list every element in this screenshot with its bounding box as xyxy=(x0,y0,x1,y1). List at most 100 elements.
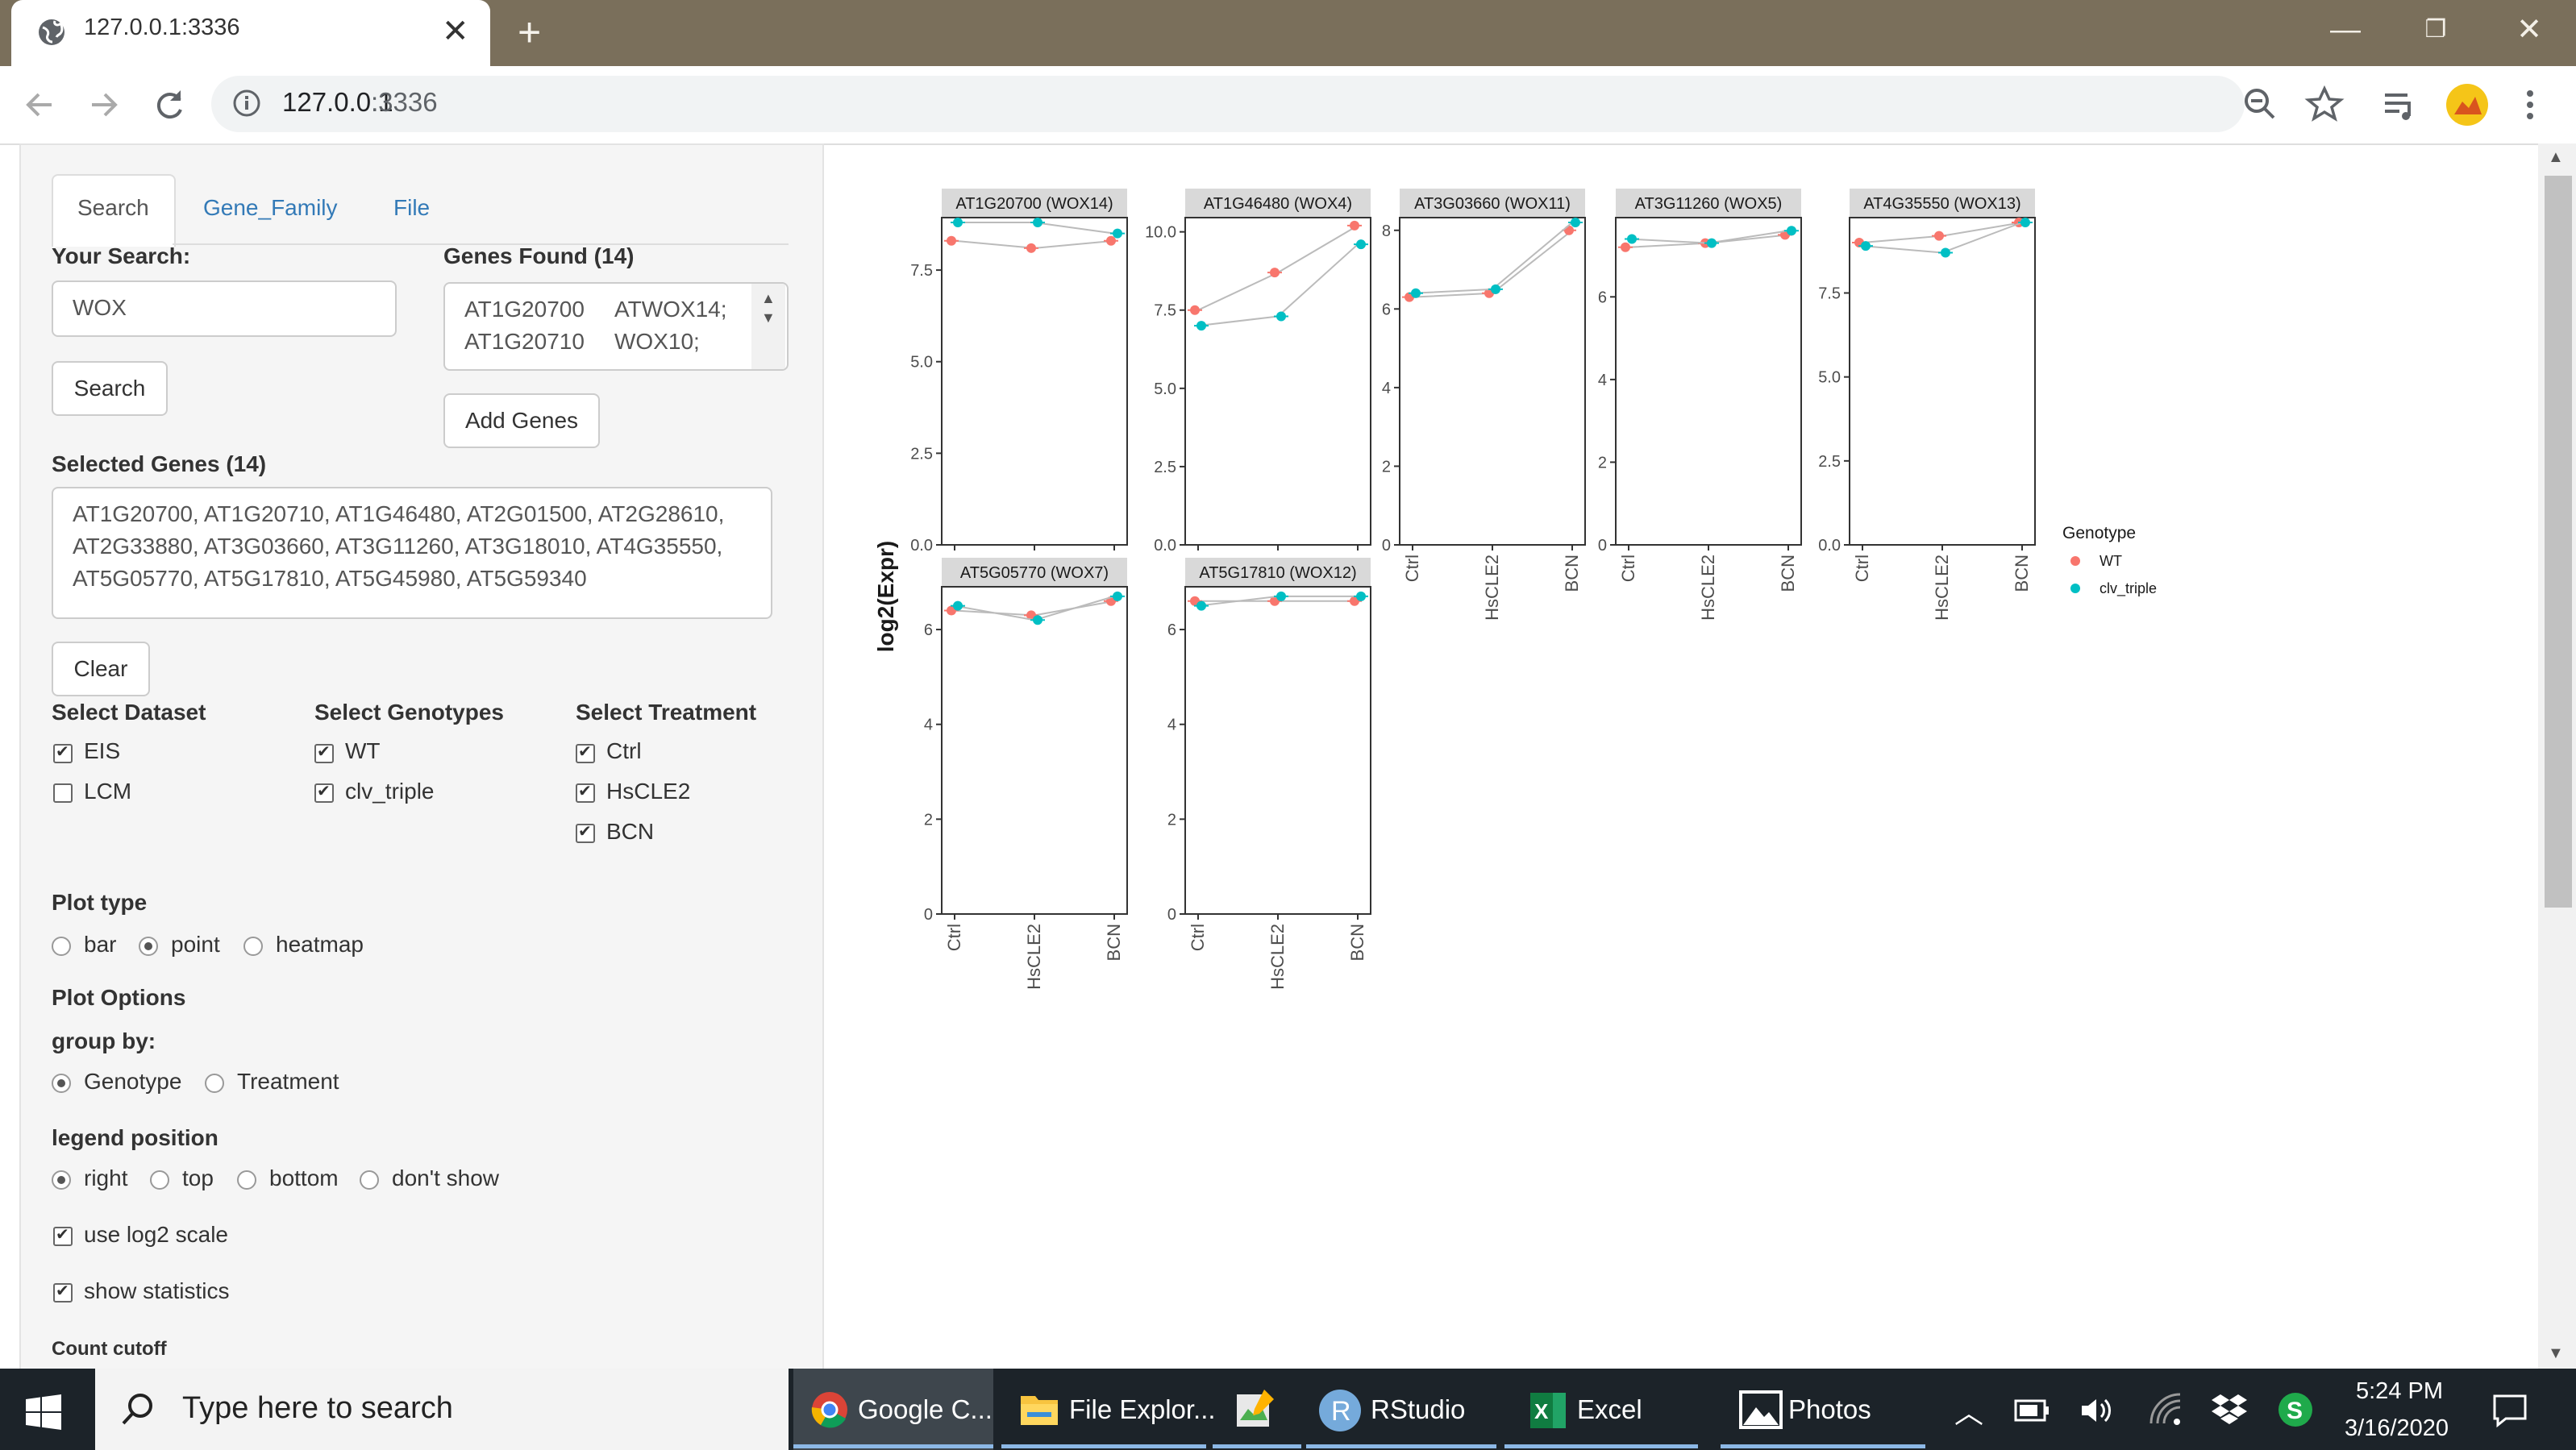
radio-top[interactable] xyxy=(150,1170,169,1190)
radio-point[interactable] xyxy=(139,937,158,956)
notifications-icon[interactable] xyxy=(2491,1393,2528,1428)
forward-icon[interactable] xyxy=(79,81,127,129)
checkbox-lcm[interactable] xyxy=(53,783,73,803)
info-icon[interactable] xyxy=(231,87,263,119)
tab-gene-family[interactable]: Gene_Family xyxy=(203,195,338,221)
y-tick-label: 2.5 xyxy=(1818,453,1841,471)
select-treatment-label: Select Treatment xyxy=(576,700,757,725)
sync-app-icon[interactable]: S xyxy=(2275,1391,2316,1428)
search-button[interactable]: Search xyxy=(52,361,168,416)
y-tick-label: 7.5 xyxy=(1154,302,1176,320)
globe-icon xyxy=(39,19,65,45)
x-tick-label: BCN xyxy=(1104,924,1124,961)
checkbox-eis[interactable] xyxy=(53,742,73,763)
restore-icon[interactable]: ❐ xyxy=(2407,10,2464,50)
x-tick-label: HsCLE2 xyxy=(1932,555,1952,621)
tab-file[interactable]: File xyxy=(393,195,430,221)
new-tab-icon[interactable]: + xyxy=(518,11,541,53)
x-tick-label: BCN xyxy=(1778,555,1798,592)
scroll-down-icon[interactable]: ▼ xyxy=(761,310,776,326)
bookmark-star-icon[interactable] xyxy=(2304,84,2345,124)
back-icon[interactable] xyxy=(16,81,65,129)
battery-icon[interactable] xyxy=(2014,1396,2051,1425)
y-tick-label: 5.0 xyxy=(1154,380,1176,398)
selected-genes-label: Selected Genes (14) xyxy=(52,451,267,476)
radio-bar[interactable] xyxy=(52,937,71,956)
active-indicator xyxy=(1504,1444,1698,1448)
y-tick-label: 2 xyxy=(1382,458,1391,476)
genes-found-list[interactable]: AT1G20700 ATWOX14; AT1G20710 WOX10; ▲ ▼ xyxy=(443,282,789,371)
checkbox-show-statistics[interactable] xyxy=(53,1281,73,1303)
option-label: HsCLE2 xyxy=(606,779,691,804)
taskbar-label: Google C... xyxy=(858,1394,993,1424)
media-queue-icon[interactable] xyxy=(2380,85,2420,126)
search-input[interactable]: WOX xyxy=(52,280,397,337)
wifi-icon[interactable] xyxy=(2148,1393,2183,1427)
option-label: Treatment xyxy=(237,1069,339,1094)
facet-title: AT4G35550 (WOX13) xyxy=(1863,195,2020,213)
y-tick-label: 7.5 xyxy=(1818,285,1841,303)
radio-dont-show[interactable] xyxy=(360,1170,379,1190)
option-label: LCM xyxy=(84,779,132,804)
minimize-icon[interactable]: — xyxy=(2317,10,2374,50)
radio-heatmap[interactable] xyxy=(243,937,263,956)
folder-icon xyxy=(1021,1396,1058,1425)
x-tick-label: BCN xyxy=(1562,555,1582,592)
window-close-icon[interactable]: ✕ xyxy=(2501,10,2557,50)
y-tick-label: 0 xyxy=(1167,906,1176,924)
clear-button[interactable]: Clear xyxy=(52,642,150,696)
facet-title: AT5G17810 (WOX12) xyxy=(1199,564,1356,582)
radio-genotype[interactable] xyxy=(52,1074,71,1093)
option-label: don't show xyxy=(392,1165,499,1190)
more-menu-icon[interactable] xyxy=(2514,84,2546,126)
taskbar-label: Excel xyxy=(1577,1394,1642,1424)
option-label: Ctrl xyxy=(606,738,642,763)
taskbar-label: Photos xyxy=(1788,1394,1871,1424)
taskbar-label: File Explor... xyxy=(1069,1394,1216,1424)
address-bar[interactable] xyxy=(211,76,2245,132)
y-tick-label: 4 xyxy=(1598,372,1607,389)
option-label: point xyxy=(171,932,220,957)
legend-position-label: legend position xyxy=(52,1125,218,1150)
radio-right[interactable] xyxy=(52,1170,71,1190)
checkbox-use-log2[interactable] xyxy=(53,1224,73,1246)
close-tab-icon[interactable]: ✕ xyxy=(442,11,469,52)
page-scroll-thumb[interactable] xyxy=(2545,176,2572,908)
checkbox-ctrl[interactable] xyxy=(576,742,595,763)
checkbox-bcn[interactable] xyxy=(576,821,595,843)
checkbox-clv-triple[interactable] xyxy=(314,781,334,803)
selected-genes-textarea[interactable]: AT1G20700, AT1G20710, AT1G46480, AT2G015… xyxy=(52,487,772,619)
clock-time[interactable]: 5:24 PM xyxy=(2356,1378,2443,1405)
photos-icon xyxy=(1739,1390,1783,1429)
checkbox-hscle2[interactable] xyxy=(576,781,595,803)
selected-genes-line: AT2G33880, AT3G03660, AT3G11260, AT3G180… xyxy=(73,534,723,559)
clock-date[interactable]: 3/16/2020 xyxy=(2345,1415,2449,1442)
x-tick-label: HsCLE2 xyxy=(1698,555,1718,621)
genes-found-id: AT1G20700 xyxy=(464,297,585,322)
add-genes-button[interactable]: Add Genes xyxy=(443,393,600,448)
genes-found-desc: ATWOX14; xyxy=(614,297,727,322)
y-tick-label: 10.0 xyxy=(1145,224,1176,242)
checkbox-wt[interactable] xyxy=(314,742,334,763)
y-tick-label: 2 xyxy=(1167,811,1176,829)
reload-icon[interactable] xyxy=(145,81,194,129)
option-label: bottom xyxy=(269,1165,339,1190)
page-scroll-down-icon[interactable]: ▼ xyxy=(2548,1344,2564,1363)
volume-icon[interactable] xyxy=(2079,1394,2114,1427)
page-scroll-up-icon[interactable]: ▲ xyxy=(2548,148,2564,167)
scroll-up-icon[interactable]: ▲ xyxy=(761,290,776,307)
radio-treatment[interactable] xyxy=(205,1074,224,1093)
list-scrollbar[interactable]: ▲ ▼ xyxy=(751,284,785,369)
show-hidden-icons-icon[interactable]: ︿ xyxy=(1954,1390,1983,1431)
zoom-out-icon[interactable] xyxy=(2240,84,2280,124)
x-tick-label: HsCLE2 xyxy=(1024,924,1044,990)
dropbox-icon[interactable] xyxy=(2211,1393,2248,1427)
y-tick-label: 2.5 xyxy=(910,445,933,463)
radio-bottom[interactable] xyxy=(237,1170,256,1190)
windows-start-icon[interactable] xyxy=(24,1393,63,1431)
active-indicator xyxy=(793,1444,993,1448)
select-dataset-label: Select Dataset xyxy=(52,700,206,725)
selected-genes-line: AT1G20700, AT1G20710, AT1G46480, AT2G015… xyxy=(73,501,725,526)
url-port: :3336 xyxy=(371,87,438,117)
profile-avatar-icon[interactable] xyxy=(2443,81,2491,129)
